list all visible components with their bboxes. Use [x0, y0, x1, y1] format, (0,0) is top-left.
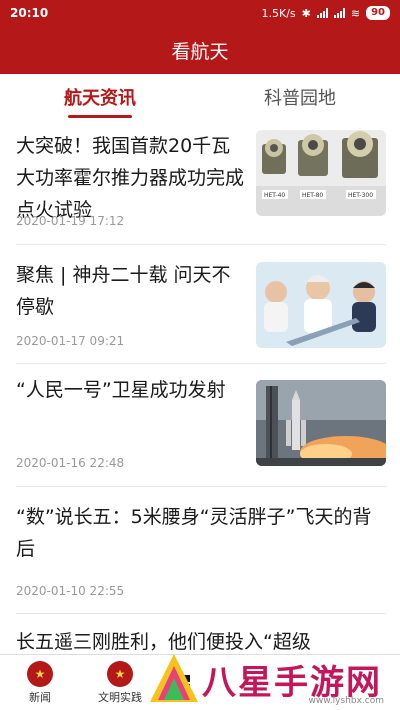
list-item[interactable]: “数”说长五：5米腰身“灵活胖子”飞天的背后 2020-01-10 22:55 — [16, 487, 386, 614]
bluetooth-icon: ✱ — [301, 6, 311, 20]
article-date: 2020-01-10 22:55 — [16, 584, 125, 598]
list-item[interactable]: 聚焦 | 神舟二十载 问天不停歇 2020-01-17 09:21 — [16, 245, 386, 364]
wifi-icon: ≋ — [350, 6, 361, 20]
thumbnail-label: HET-80 — [302, 192, 323, 199]
article-date: 2020-01-16 22:48 — [16, 456, 125, 470]
article-thumbnail — [256, 380, 386, 466]
app-header: 看航天 — [0, 26, 400, 74]
article-list: 大突破！我国首款20千瓦大功率霍尔推力器成功完成点火试验 2020-01-19 … — [0, 124, 400, 664]
watermark-logo-icon — [150, 654, 198, 702]
article-title: 聚焦 | 神舟二十载 问天不停歇 — [16, 264, 231, 318]
thumbnail-label: HET-40 — [264, 192, 285, 199]
article-title: 大突破！我国首款20千瓦大功率霍尔推力器成功完成点火试验 — [16, 135, 245, 221]
article-thumbnail: HET-40 HET-80 HET-300 — [256, 130, 386, 216]
article-thumbnail — [256, 262, 386, 348]
nav-label: 文明实践 — [98, 690, 142, 704]
network-speed: 1.5K/s — [261, 6, 296, 20]
list-item[interactable]: “人民一号”卫星成功发射 2020-01-16 22:48 — [16, 364, 386, 487]
signal-icon-2 — [333, 8, 345, 18]
watermark-url: www.lyshbx.com — [308, 696, 384, 706]
article-date: 2020-01-19 17:12 — [16, 214, 125, 228]
watermark: 八星手游网 www.lyshbx.com — [140, 648, 400, 710]
nav-label: 新闻 — [29, 690, 51, 704]
tab-science-popularization[interactable]: 科普园地 — [200, 74, 400, 124]
article-title: “人民一号”卫星成功发射 — [16, 379, 226, 401]
battery-indicator: 90 — [366, 6, 390, 20]
status-bar: 20:10 1.5K/s ✱ ≋ 90 — [0, 0, 400, 26]
list-item[interactable]: 大突破！我国首款20千瓦大功率霍尔推力器成功完成点火试验 2020-01-19 … — [16, 124, 386, 245]
status-icons: 1.5K/s ✱ ≋ 90 — [261, 6, 390, 20]
tab-aerospace-news[interactable]: 航天资讯 — [0, 74, 200, 124]
page-title: 看航天 — [171, 40, 229, 63]
status-time: 20:10 — [10, 6, 49, 20]
practice-icon: ★ — [107, 660, 133, 687]
signal-icon — [316, 8, 328, 18]
tab-bar: 航天资讯 科普园地 — [0, 74, 400, 124]
article-date: 2020-01-17 09:21 — [16, 334, 125, 348]
article-title: “数”说长五：5米腰身“灵活胖子”飞天的背后 — [16, 506, 372, 560]
thumbnail-label: HET-300 — [348, 192, 373, 199]
nav-news[interactable]: ★ 新闻 — [0, 655, 80, 710]
news-icon: ★ — [27, 660, 53, 687]
